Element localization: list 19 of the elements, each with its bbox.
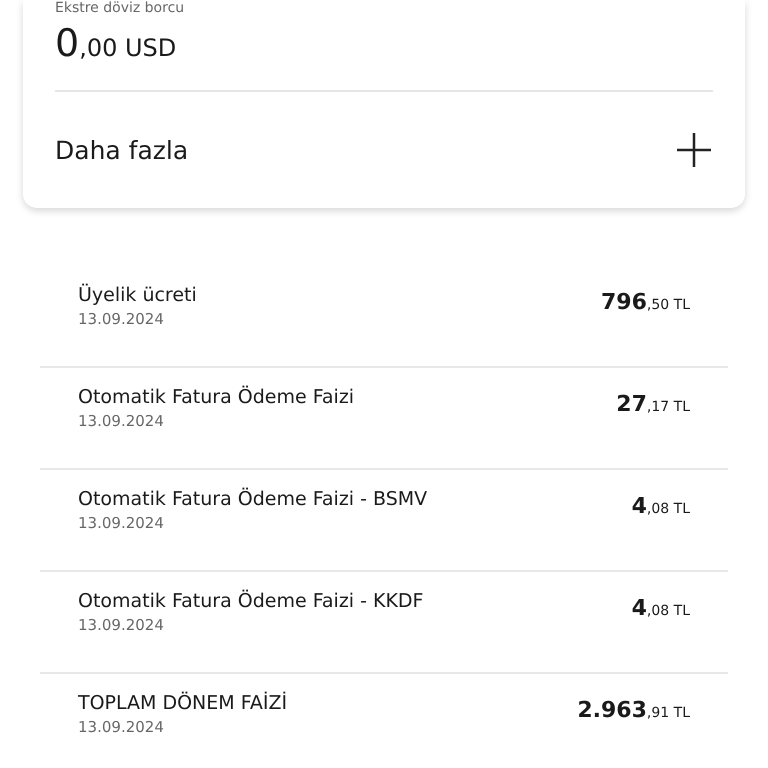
transaction-date: 13.09.2024	[78, 616, 165, 634]
balance-label: Ekstre döviz borcu	[55, 0, 186, 16]
transaction-amount: 27,17 TL	[616, 392, 690, 417]
transaction-date: 13.09.2024	[78, 310, 165, 328]
transaction-title: Otomatik Fatura Ödeme Faizi	[78, 386, 354, 408]
transaction-date: 13.09.2024	[78, 718, 165, 736]
transaction-amount: 4,08 TL	[632, 494, 690, 519]
balance-amount: 0,00 USD	[55, 20, 176, 67]
transaction-title: TOPLAM DÖNEM FAİZİ	[78, 692, 288, 714]
more-label: Daha fazla	[55, 136, 188, 164]
transaction-date: 13.09.2024	[78, 412, 165, 430]
transaction-title: Otomatik Fatura Ödeme Faizi - KKDF	[78, 590, 424, 612]
transaction-amount: 4,08 TL	[632, 596, 690, 621]
transaction-amount: 2.963,91 TL	[577, 698, 690, 723]
transaction-amount: 796,50 TL	[600, 290, 690, 315]
transaction-date: 13.09.2024	[78, 514, 165, 532]
transaction-title: Üyelik ücreti	[78, 284, 197, 306]
transaction-title: Otomatik Fatura Ödeme Faizi - BSMV	[78, 488, 428, 510]
plus-icon[interactable]	[675, 131, 713, 169]
